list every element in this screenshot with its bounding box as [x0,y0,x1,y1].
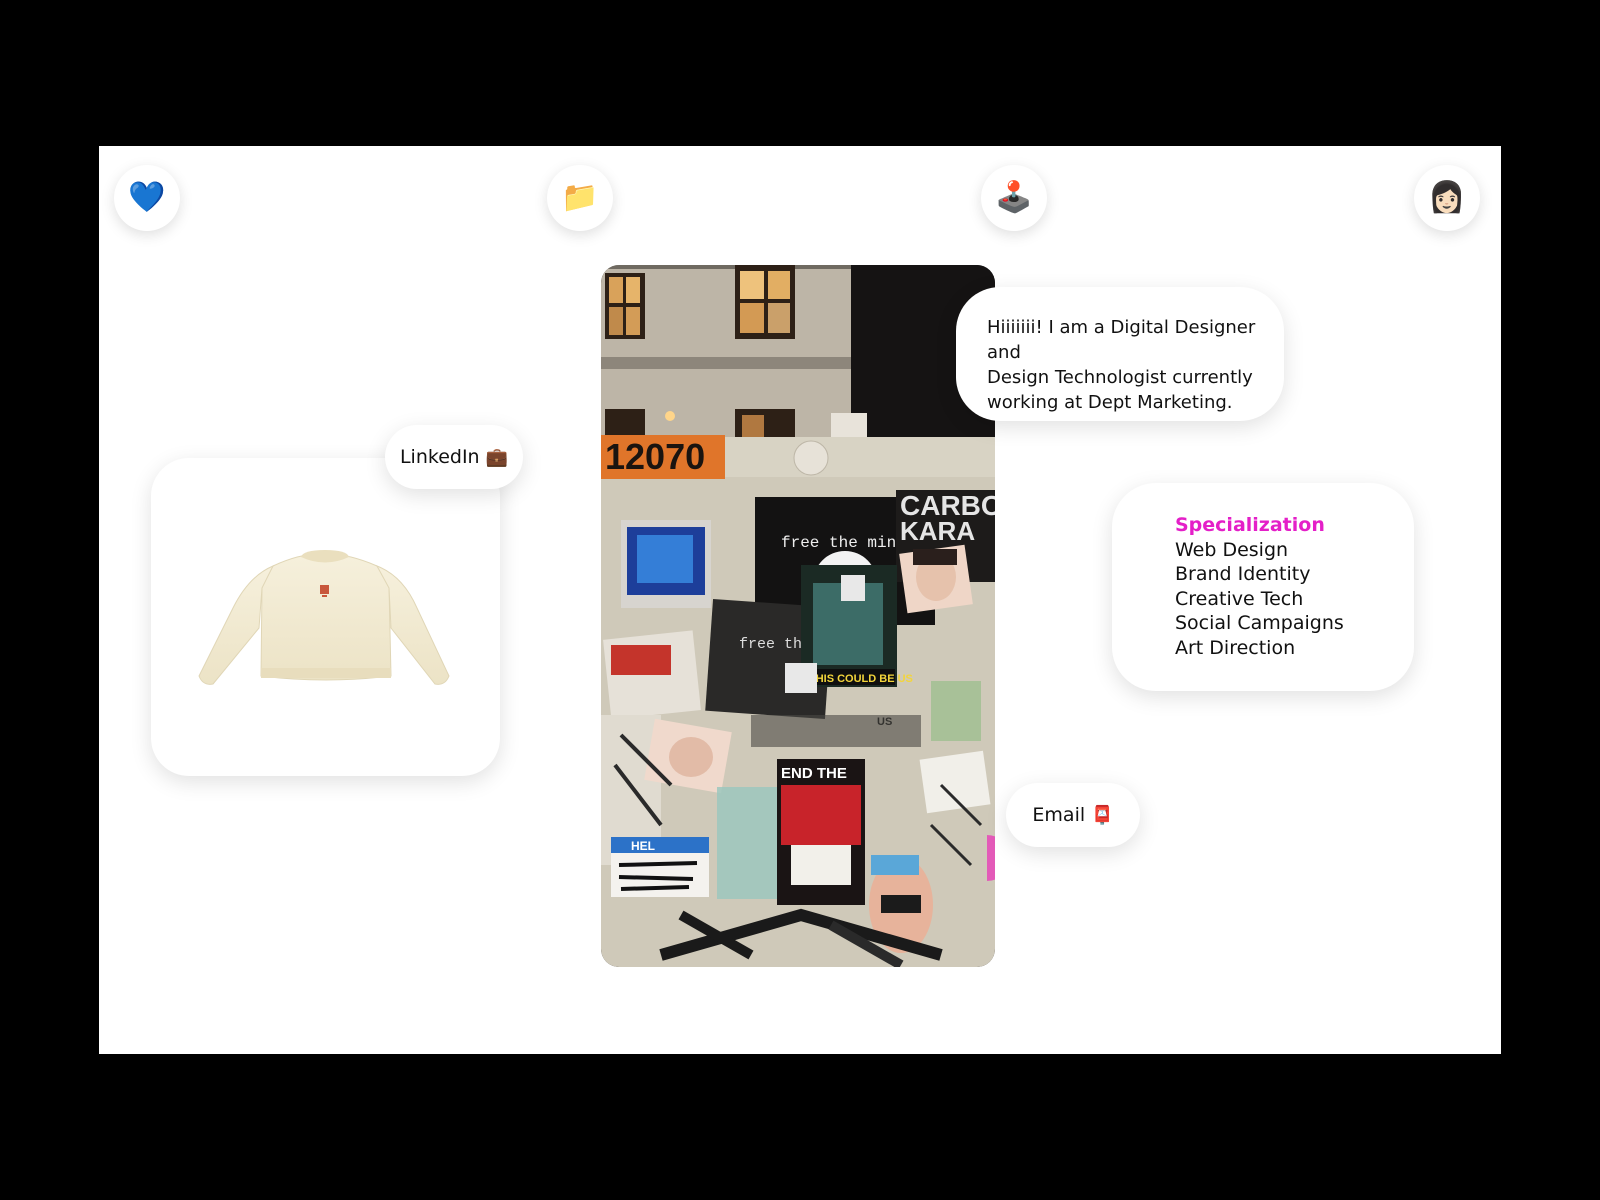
specialization-list: Web Design Brand Identity Creative Tech … [1175,538,1414,661]
sticker-could-be-us: THIS COULD BE US [809,673,913,685]
portfolio-canvas: 💙 📁 🕹️ 👩🏻 LinkedIn 💼 12070 free the mind… [99,146,1501,1054]
intro-line: Hiiiiiii! I am a Digital Designer and [987,317,1256,363]
sweatshirt-image [198,550,450,685]
sticker-free-mind: free the mind [781,534,906,552]
sticker-free-the: free the [739,636,811,653]
blue-heart-icon: 💙 [128,180,166,215]
nav-about-button[interactable]: 👩🏻 [1414,165,1480,231]
sticker-end-the: END THE [781,765,847,782]
sticker-kara: KARA [900,516,975,546]
mailbox-icon: 📮 [1091,804,1114,826]
product-card[interactable] [151,458,500,776]
briefcase-icon: 💼 [485,446,509,468]
nav-projects-button[interactable]: 📁 [547,165,613,231]
joystick-icon: 🕹️ [995,180,1033,215]
specialization-item: Creative Tech [1175,587,1304,610]
street-stickers-photo: 12070 free the mind CARBO KARA free the … [601,265,995,967]
nav-favorites-button[interactable]: 💙 [114,165,180,231]
specialization-item: Social Campaigns [1175,612,1344,634]
number-sticker: 12070 [605,436,705,477]
email-button[interactable]: Email 📮 [1006,783,1140,847]
specialization-item: Brand Identity [1175,563,1311,585]
linkedin-button[interactable]: LinkedIn 💼 [385,425,523,489]
intro-line: Design Technologist currently [987,367,1253,388]
specialization-item: Art Direction [1175,636,1296,659]
avatar-icon: 👩🏻 [1428,180,1466,215]
nav-games-button[interactable]: 🕹️ [981,165,1047,231]
sticker-hello: HEL [631,839,655,853]
email-label: Email [1032,804,1086,826]
specialization-heading: Specialization [1175,514,1325,536]
intro-line: working at Dept Marketing. [987,392,1233,413]
linkedin-label: LinkedIn [399,446,480,468]
specialization-item: Web Design [1175,538,1289,561]
folder-icon: 📁 [561,180,599,215]
specialization-card: Specialization Web Design Brand Identity… [1112,483,1414,691]
intro-bubble: Hiiiiiii! I am a Digital Designer and De… [956,287,1284,421]
